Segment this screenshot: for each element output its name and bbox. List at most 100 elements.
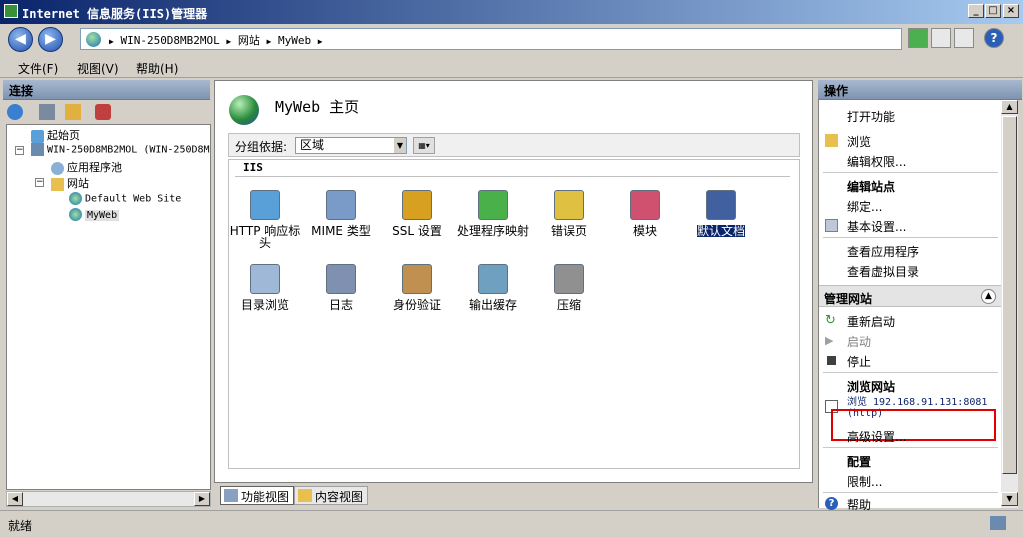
disconnect-icon[interactable] <box>95 104 111 120</box>
view-mode-button[interactable]: ▦▾ <box>413 137 435 154</box>
tree-collapse-server[interactable]: − <box>15 146 24 155</box>
actions-vertical-scrollbar[interactable]: ▲ ▼ <box>1001 100 1018 508</box>
title-bar: Internet 信息服务(IIS)管理器 _ □ × <box>0 0 1023 24</box>
collapse-icon[interactable]: ▲ <box>981 289 996 304</box>
status-text: 就绪 <box>8 519 33 533</box>
feature-tile[interactable]: 目录浏览 <box>227 264 303 311</box>
feature-label: 默认文档 <box>696 224 745 238</box>
chevron-down-icon: ▼ <box>394 138 406 153</box>
tree-start-page[interactable]: 起始页 <box>31 127 80 143</box>
tree-server[interactable]: WIN-250D8MB2MOL (WIN-250D8M <box>31 143 210 156</box>
scroll-down-icon[interactable]: ▼ <box>1001 492 1018 506</box>
help-icon[interactable]: ? <box>984 28 1004 48</box>
feature-tile[interactable]: 默认文档 <box>683 190 759 237</box>
feature-label: SSL 设置 <box>392 224 442 238</box>
crumb-sites[interactable]: 网站 <box>238 34 260 47</box>
save-icon[interactable] <box>39 104 55 120</box>
feature-tile[interactable]: 处理程序映射 <box>455 190 531 237</box>
divider <box>823 447 998 448</box>
default-doc-icon <box>706 190 736 220</box>
action-view-apps[interactable]: 查看应用程序 <box>847 243 919 260</box>
feature-label: 日志 <box>328 298 353 312</box>
action-restart[interactable]: 重新启动 <box>847 313 895 330</box>
tree-sites[interactable]: 网站 <box>51 175 89 191</box>
tree-horizontal-scrollbar[interactable]: ◀ ▶ <box>6 491 211 507</box>
feature-list: IIS HTTP 响应标头 MIME 类型 SSL 设置 处理程序映射 错误页 模块 默认文… <box>228 159 800 469</box>
config-heading: 配置 <box>847 455 872 469</box>
connect-icon[interactable] <box>7 104 23 120</box>
feature-label: MIME 类型 <box>311 224 371 238</box>
feature-tile[interactable]: 错误页 <box>531 190 607 237</box>
actions-list: 打开功能 浏览 编辑权限... 编辑站点 绑定... 基本设置... 查看应用程… <box>818 100 1018 512</box>
maximize-button[interactable]: □ <box>985 4 1001 18</box>
connections-tree: 起始页 − WIN-250D8MB2MOL (WIN-250D8M 应用程序池 … <box>6 124 211 490</box>
action-basic-settings[interactable]: 基本设置... <box>847 218 906 235</box>
feature-label: 输出缓存 <box>468 298 517 312</box>
feature-tile[interactable]: SSL 设置 <box>379 190 455 237</box>
globe-icon <box>86 32 101 47</box>
connections-header: 连接 <box>3 80 210 100</box>
crumb-site[interactable]: MyWeb <box>278 34 311 47</box>
divider <box>823 492 998 493</box>
feature-tile[interactable]: 身份验证 <box>379 264 455 311</box>
tab-features-view[interactable]: 功能视图 <box>220 486 295 505</box>
refresh-icon[interactable] <box>908 28 928 48</box>
menu-file[interactable]: 文件(F) <box>18 60 58 77</box>
tree-default-site[interactable]: Default Web Site <box>69 192 181 205</box>
browse-site-heading: 浏览网站 <box>847 380 896 394</box>
feature-tile[interactable]: 压缩 <box>531 264 607 311</box>
status-bar: 就绪 <box>0 510 1023 537</box>
close-button[interactable]: × <box>1003 4 1019 18</box>
restart-icon: ↻ <box>825 313 836 328</box>
feature-tile[interactable]: 模块 <box>607 190 683 237</box>
feature-tile[interactable]: 输出缓存 <box>455 264 531 311</box>
group-by-select[interactable]: 区域 ▼ <box>295 137 407 154</box>
back-button[interactable]: ◀ <box>8 27 33 52</box>
breadcrumb[interactable]: ▶ WIN-250D8MB2MOL ▶ 网站 ▶ MyWeb ▶ <box>80 28 902 50</box>
help-icon: ? <box>825 497 838 510</box>
tab-content-view[interactable]: 内容视图 <box>294 486 369 505</box>
tree-collapse-sites[interactable]: − <box>35 178 44 187</box>
action-edit-permissions[interactable]: 编辑权限... <box>847 153 906 170</box>
lock-icon <box>402 190 432 220</box>
home-icon[interactable] <box>954 28 974 48</box>
scroll-left-icon[interactable]: ◀ <box>7 492 23 506</box>
tree-myweb[interactable]: MyWeb <box>69 208 120 221</box>
action-bindings[interactable]: 绑定... <box>847 198 882 215</box>
features-view: MyWeb 主页 分组依据: 区域 ▼ ▦▾ IIS HTTP 响应标头 MIME… <box>214 80 813 483</box>
divider <box>823 372 998 373</box>
action-stop[interactable]: 停止 <box>847 353 871 370</box>
scroll-up-icon[interactable]: ▲ <box>1001 100 1018 114</box>
crumb-server[interactable]: WIN-250D8MB2MOL <box>120 34 219 47</box>
forward-button[interactable]: ▶ <box>38 27 63 52</box>
feature-label: 处理程序映射 <box>456 224 529 238</box>
feature-tile[interactable]: HTTP 响应标头 <box>227 190 303 249</box>
globe-icon <box>69 192 82 205</box>
feature-tile[interactable]: 日志 <box>303 264 379 311</box>
scroll-right-icon[interactable]: ▶ <box>194 492 210 506</box>
feature-label: 身份验证 <box>392 298 441 312</box>
action-open-feature[interactable]: 打开功能 <box>847 108 895 125</box>
tree-app-pools[interactable]: 应用程序池 <box>51 159 122 175</box>
connections-toolbar <box>3 100 210 124</box>
action-view-vdirs[interactable]: 查看虚拟目录 <box>847 263 919 280</box>
menu-view[interactable]: 视图(V) <box>77 60 119 77</box>
minimize-button[interactable]: _ <box>968 4 984 18</box>
connections-pane: 连接 起始页 − WIN-250D8MB2MOL (WIN-250D8M 应用程… <box>3 80 211 508</box>
action-browse-url[interactable]: 浏览 192.168.91.131:8081 <box>847 397 987 408</box>
action-browse[interactable]: 浏览 <box>847 133 871 150</box>
action-start: 启动 <box>847 335 872 349</box>
menu-bar: 文件(F) 视图(V) 帮助(H) <box>0 56 1023 78</box>
features-view-icon <box>224 489 238 502</box>
divider <box>823 237 998 238</box>
menu-help[interactable]: 帮助(H) <box>136 60 178 77</box>
feature-tile[interactable]: MIME 类型 <box>303 190 379 237</box>
scroll-thumb[interactable] <box>1002 116 1017 474</box>
action-limits[interactable]: 限制... <box>847 473 882 490</box>
feature-label: 错误页 <box>550 224 587 238</box>
divider <box>823 172 998 173</box>
stop-icon[interactable] <box>931 28 951 48</box>
actions-header: 操作 <box>818 80 1022 100</box>
up-folder-icon[interactable] <box>65 104 81 120</box>
action-advanced-settings[interactable]: 高级设置... <box>847 428 906 445</box>
